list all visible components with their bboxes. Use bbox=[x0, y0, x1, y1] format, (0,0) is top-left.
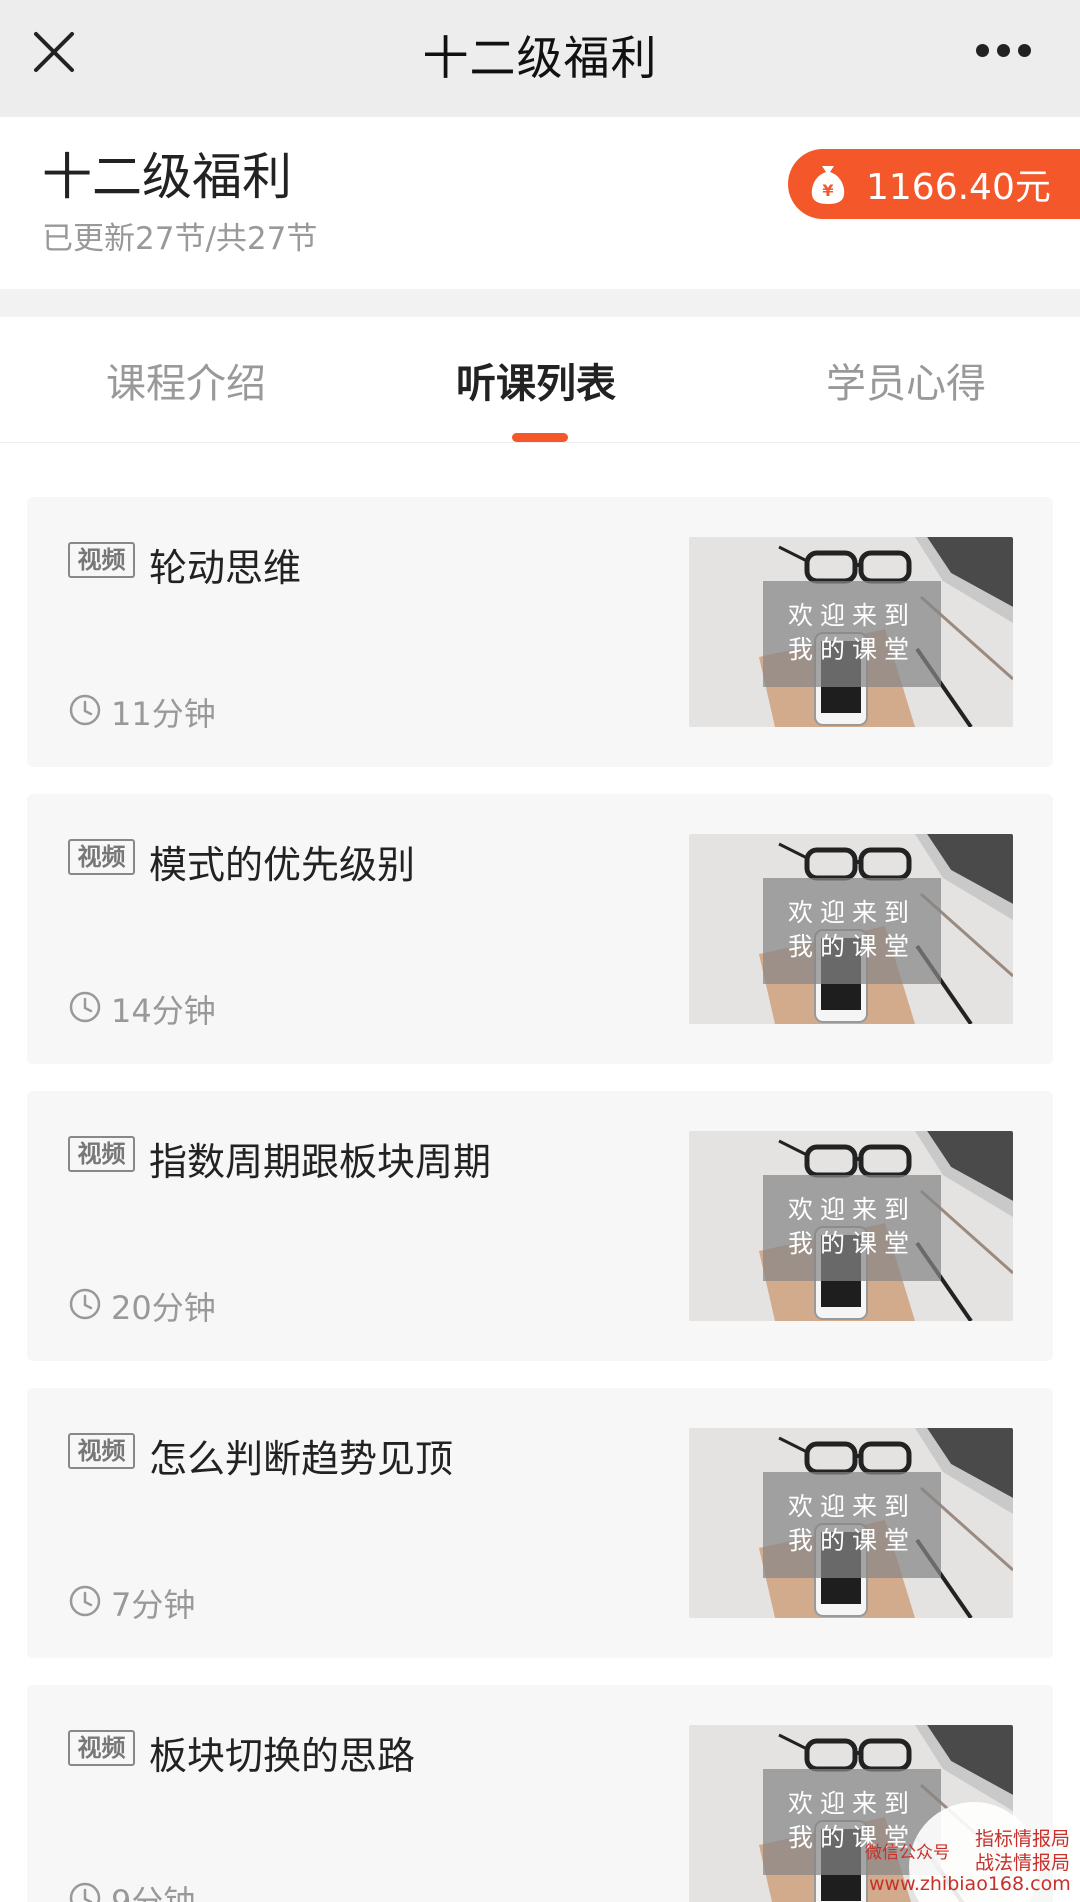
tab-student-notes[interactable]: 学员心得 bbox=[826, 351, 986, 409]
tab-bar: 课程介绍 听课列表 学员心得 bbox=[0, 317, 1080, 443]
lesson-title: 轮动思维 bbox=[149, 546, 302, 590]
thumbnail-caption: 欢迎来到 我的课堂 bbox=[763, 1472, 941, 1578]
thumbnail-caption-line2: 我的课堂 bbox=[787, 1229, 916, 1258]
video-badge: 视频 bbox=[68, 542, 135, 578]
watermark-line1: 指标情报局 bbox=[975, 1828, 1071, 1850]
more-dots-icon[interactable] bbox=[976, 44, 1032, 58]
lesson-thumbnail: 欢迎来到 我的课堂 bbox=[689, 1428, 1013, 1618]
lesson-card[interactable]: 视频 轮动思维 11分钟 欢迎来到 我的课堂 bbox=[27, 497, 1053, 767]
lesson-duration: 7分钟 bbox=[111, 1586, 196, 1624]
course-progress: 已更新27节/共27节 bbox=[42, 221, 318, 257]
thumbnail-caption-line1: 欢迎来到 bbox=[787, 898, 916, 927]
thumbnail-caption-line2: 我的课堂 bbox=[787, 1526, 916, 1555]
thumbnail-caption-line1: 欢迎来到 bbox=[787, 1492, 916, 1521]
money-bag-icon: ¥ bbox=[811, 166, 845, 204]
lesson-thumbnail: 欢迎来到 我的课堂 bbox=[689, 1131, 1013, 1321]
top-nav-bar: 十二级福利 bbox=[0, 0, 1080, 117]
lesson-title: 怎么判断趋势见顶 bbox=[149, 1437, 454, 1481]
lesson-duration: 20分钟 bbox=[111, 1289, 216, 1327]
lesson-title: 模式的优先级别 bbox=[149, 843, 416, 887]
video-badge: 视频 bbox=[68, 1730, 135, 1766]
thumbnail-caption: 欢迎来到 我的课堂 bbox=[763, 581, 941, 687]
watermark-left: 微信公众号 bbox=[865, 1843, 950, 1863]
lesson-title: 指数周期跟板块周期 bbox=[149, 1140, 492, 1184]
course-header: 十二级福利 已更新27节/共27节 ¥ 1166.40元 bbox=[0, 117, 1080, 289]
active-tab-indicator bbox=[512, 433, 568, 442]
course-title: 十二级福利 bbox=[42, 148, 292, 206]
lesson-card[interactable]: 视频 怎么判断趋势见顶 7分钟 欢迎来到 我的课堂 bbox=[27, 1388, 1053, 1658]
price-label: 1166.40元 bbox=[866, 167, 1051, 208]
lesson-duration: 11分钟 bbox=[111, 695, 216, 733]
lesson-card[interactable]: 视频 指数周期跟板块周期 20分钟 欢迎来到 我的课堂 bbox=[27, 1091, 1053, 1361]
thumbnail-caption-line1: 欢迎来到 bbox=[787, 1195, 916, 1224]
thumbnail-caption-line1: 欢迎来到 bbox=[787, 601, 916, 630]
lesson-title: 板块切换的思路 bbox=[149, 1734, 416, 1778]
nav-title: 十二级福利 bbox=[422, 31, 658, 85]
section-divider bbox=[0, 289, 1080, 317]
thumbnail-caption: 欢迎来到 我的课堂 bbox=[763, 878, 941, 984]
tab-course-intro[interactable]: 课程介绍 bbox=[106, 351, 266, 409]
watermark: 指标情报局 战法情报局 微信公众号 www.zhibiao168.com bbox=[865, 1798, 1080, 1902]
watermark-line2: 战法情报局 bbox=[975, 1852, 1071, 1874]
lesson-duration: 9分钟 bbox=[111, 1883, 196, 1902]
video-badge: 视频 bbox=[68, 1433, 135, 1469]
clock-icon bbox=[69, 1882, 101, 1902]
lesson-thumbnail: 欢迎来到 我的课堂 bbox=[689, 537, 1013, 727]
clock-icon bbox=[69, 1585, 101, 1617]
video-badge: 视频 bbox=[68, 839, 135, 875]
clock-icon bbox=[69, 1288, 101, 1320]
video-badge: 视频 bbox=[68, 1136, 135, 1172]
thumbnail-caption-line2: 我的课堂 bbox=[787, 635, 916, 664]
thumbnail-caption: 欢迎来到 我的课堂 bbox=[763, 1175, 941, 1281]
watermark-url: www.zhibiao168.com bbox=[869, 1873, 1071, 1895]
clock-icon bbox=[69, 694, 101, 726]
lesson-thumbnail: 欢迎来到 我的课堂 bbox=[689, 834, 1013, 1024]
tab-lesson-list[interactable]: 听课列表 bbox=[456, 351, 616, 409]
thumbnail-caption-line2: 我的课堂 bbox=[787, 932, 916, 961]
price-button[interactable]: ¥ 1166.40元 bbox=[788, 149, 1080, 219]
lesson-card[interactable]: 视频 模式的优先级别 14分钟 欢迎来到 我的课堂 bbox=[27, 794, 1053, 1064]
lesson-duration: 14分钟 bbox=[111, 992, 216, 1030]
clock-icon bbox=[69, 991, 101, 1023]
svg-text:¥: ¥ bbox=[822, 181, 833, 200]
